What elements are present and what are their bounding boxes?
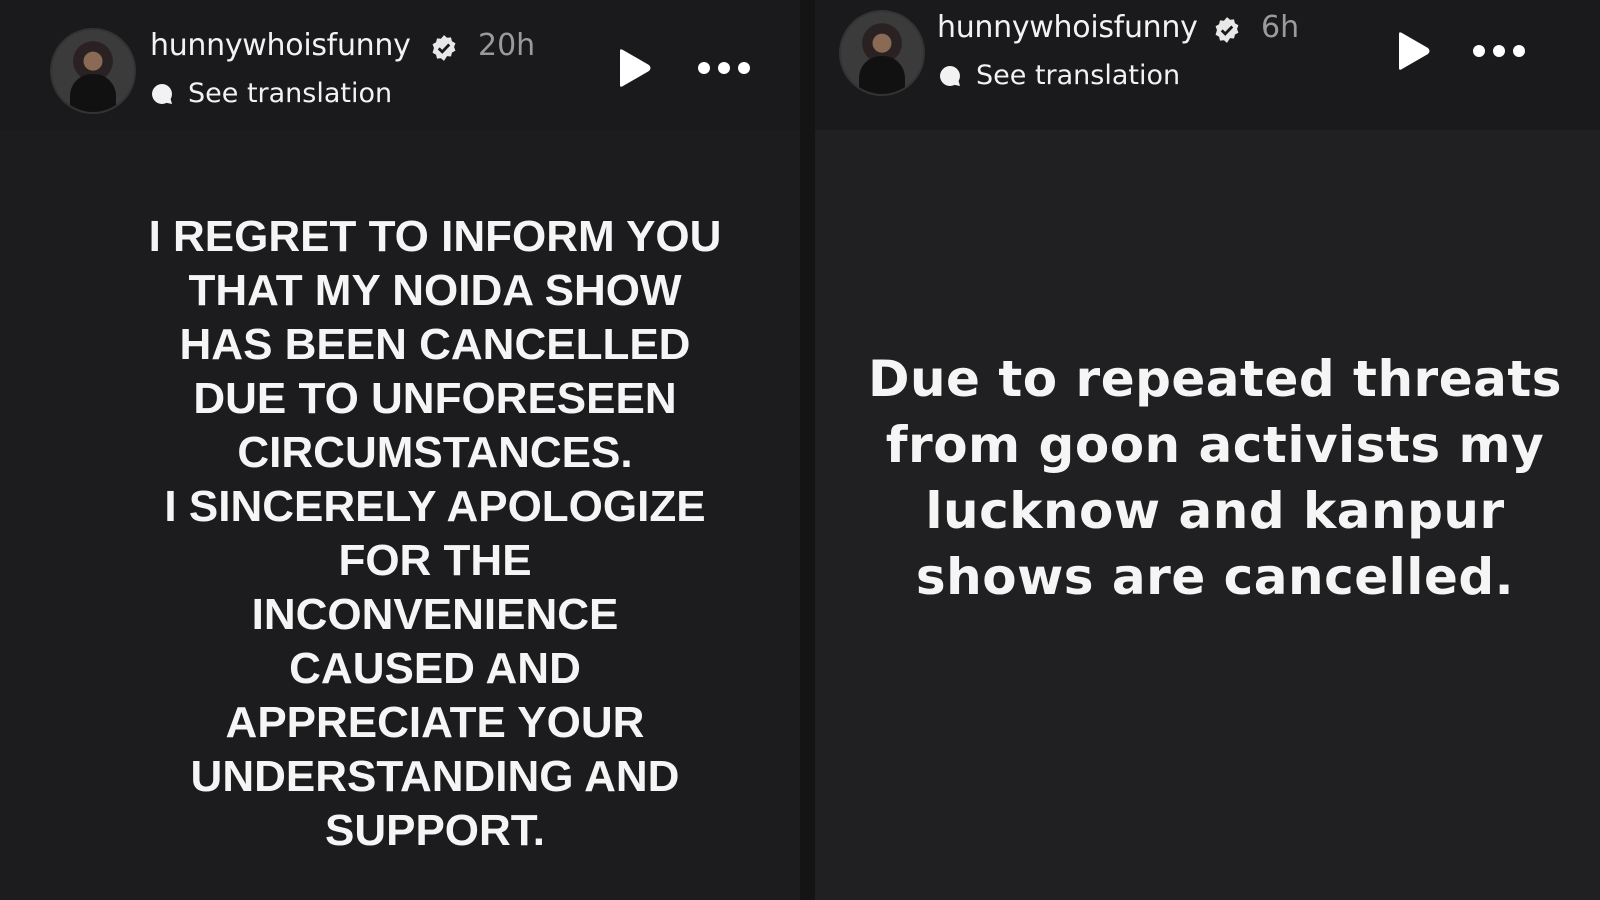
translate-bubble-icon [152, 83, 172, 104]
story-message: I REGRET TO INFORM YOU THAT MY NOIDA SHO… [40, 210, 800, 858]
message-line: THAT MY NOIDA SHOW [188, 266, 682, 315]
avatar[interactable] [50, 28, 136, 114]
post-time: 6h [1261, 10, 1300, 45]
username[interactable]: hunnywhoisfunny [150, 28, 411, 63]
message-line: I SINCERELY APOLOGIZE [164, 482, 706, 531]
message-line: HAS BEEN CANCELLED [179, 320, 691, 369]
more-options-icon[interactable] [696, 60, 752, 76]
message-line: INCONVENIENCE [251, 590, 619, 639]
avatar[interactable] [839, 10, 925, 96]
play-icon[interactable] [1395, 31, 1431, 71]
play-icon[interactable] [616, 48, 652, 88]
story-header: hunnywhoisfunny 20h See translation [0, 0, 800, 130]
see-translation-link[interactable]: See translation [938, 60, 1180, 91]
message-line: SUPPORT. [324, 806, 546, 855]
stories-stage: hunnywhoisfunny 20h See translation I RE… [0, 0, 1600, 900]
see-translation-label: See translation [188, 78, 393, 109]
message-line: FOR THE [338, 536, 532, 585]
panel-divider [800, 0, 815, 900]
story-panel-right: hunnywhoisfunny 6h See translation Due t… [815, 0, 1600, 900]
message-line: UNDERSTANDING AND [190, 752, 680, 801]
translate-bubble-icon [940, 65, 960, 86]
message-line: Due to repeated threats [867, 350, 1563, 408]
message-line: APPRECIATE YOUR [225, 698, 645, 747]
story-panel-left: hunnywhoisfunny 20h See translation I RE… [0, 0, 800, 900]
see-translation-link[interactable]: See translation [150, 78, 392, 109]
message-line: shows are cancelled. [915, 548, 1515, 606]
verified-badge-icon [1215, 17, 1239, 43]
post-time: 20h [478, 28, 536, 63]
message-line: from goon activists my [885, 416, 1545, 474]
message-line: I REGRET TO INFORM YOU [148, 212, 722, 261]
message-line: CAUSED AND [289, 644, 581, 693]
story-message: Due to repeated threats from goon activi… [835, 346, 1595, 610]
story-header: hunnywhoisfunny 6h See translation [815, 0, 1600, 130]
message-line: lucknow and kanpur [925, 482, 1505, 540]
see-translation-label: See translation [976, 60, 1181, 91]
username[interactable]: hunnywhoisfunny [937, 10, 1198, 45]
message-line: CIRCUMSTANCES. [237, 428, 633, 477]
verified-badge-icon [432, 35, 456, 61]
more-options-icon[interactable] [1471, 43, 1527, 59]
message-line: DUE TO UNFORESEEN [193, 374, 677, 423]
